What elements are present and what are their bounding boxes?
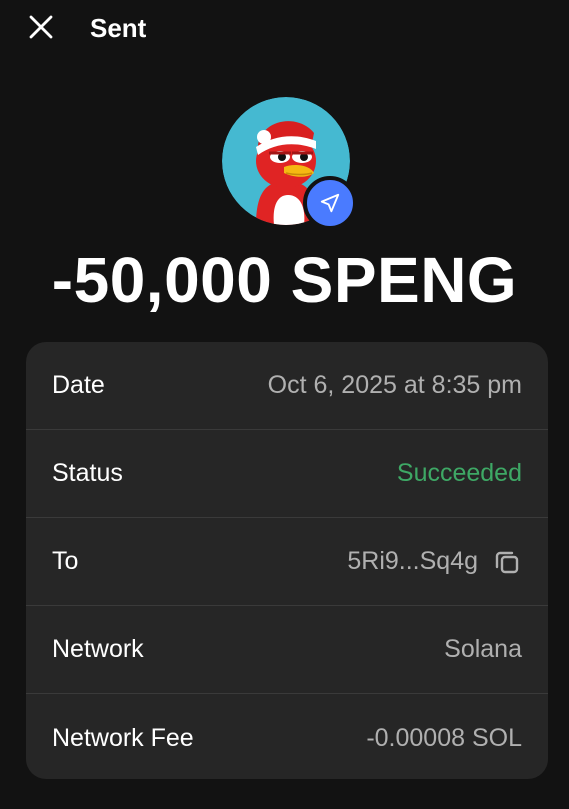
network-value: Solana bbox=[444, 635, 522, 663]
detail-row-to: To 5Ri9...Sq4g bbox=[26, 518, 548, 606]
status-value: Succeeded bbox=[396, 459, 522, 487]
network-label: Network bbox=[52, 635, 144, 663]
page-title: Sent bbox=[90, 13, 147, 43]
date-label: Date bbox=[52, 371, 105, 399]
date-value: Oct 6, 2025 at 8:35 pm bbox=[267, 371, 522, 399]
detail-row-date: Date Oct 6, 2025 at 8:35 pm bbox=[26, 342, 548, 430]
detail-row-status: Status Succeeded bbox=[26, 430, 548, 518]
header: Sent bbox=[0, 0, 569, 56]
amount: -50,000 SPENG bbox=[51, 244, 518, 316]
close-button[interactable] bbox=[26, 12, 56, 42]
detail-row-network: Network Solana bbox=[26, 606, 548, 694]
status-label: Status bbox=[52, 459, 123, 487]
send-arrow-icon bbox=[320, 193, 340, 213]
sent-badge bbox=[303, 176, 357, 230]
details-card: Date Oct 6, 2025 at 8:35 pm Status Succe… bbox=[26, 342, 548, 779]
network-fee-label: Network Fee bbox=[52, 723, 194, 752]
to-label: To bbox=[52, 547, 79, 575]
detail-row-network-fee: Network Fee -0.00008 SOL bbox=[26, 694, 548, 779]
to-address: 5Ri9...Sq4g bbox=[347, 547, 478, 575]
close-icon bbox=[29, 15, 53, 39]
network-fee-value: -0.00008 SOL bbox=[366, 723, 522, 752]
token-avatar-group bbox=[222, 97, 357, 230]
to-value-group: 5Ri9...Sq4g bbox=[347, 547, 522, 577]
copy-icon[interactable] bbox=[492, 547, 522, 577]
